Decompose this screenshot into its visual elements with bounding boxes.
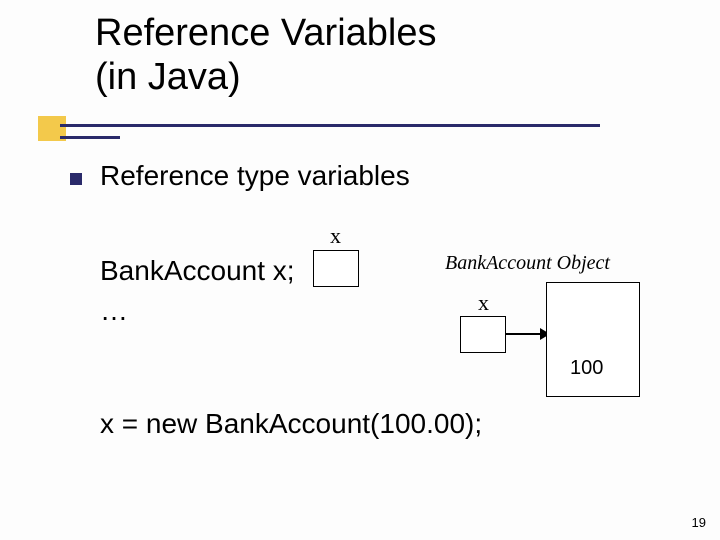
bullet-item: Reference type variables — [70, 160, 680, 192]
page-number: 19 — [692, 515, 706, 530]
bullet-text: Reference type variables — [100, 160, 410, 192]
label-x-top: x — [330, 223, 341, 249]
box-x-empty — [313, 250, 359, 287]
divider-short — [60, 136, 120, 139]
title-line-1: Reference Variables — [95, 12, 436, 56]
bullet-icon — [70, 173, 82, 185]
label-object-caption: BankAccount Object — [445, 252, 610, 275]
object-value: 100 — [570, 357, 603, 380]
title-line-2: (in Java) — [95, 56, 436, 100]
divider-long — [60, 124, 600, 127]
code-ellipsis: … — [100, 295, 128, 327]
slide-title: Reference Variables (in Java) — [95, 12, 436, 99]
code-declaration: BankAccount x; — [100, 255, 295, 287]
body-content: Reference type variables — [70, 160, 680, 192]
label-x-bottom: x — [478, 290, 489, 316]
code-assignment: x = new BankAccount(100.00); — [100, 408, 482, 440]
slide: Reference Variables (in Java) Reference … — [0, 0, 720, 540]
box-x-ref — [460, 316, 506, 353]
